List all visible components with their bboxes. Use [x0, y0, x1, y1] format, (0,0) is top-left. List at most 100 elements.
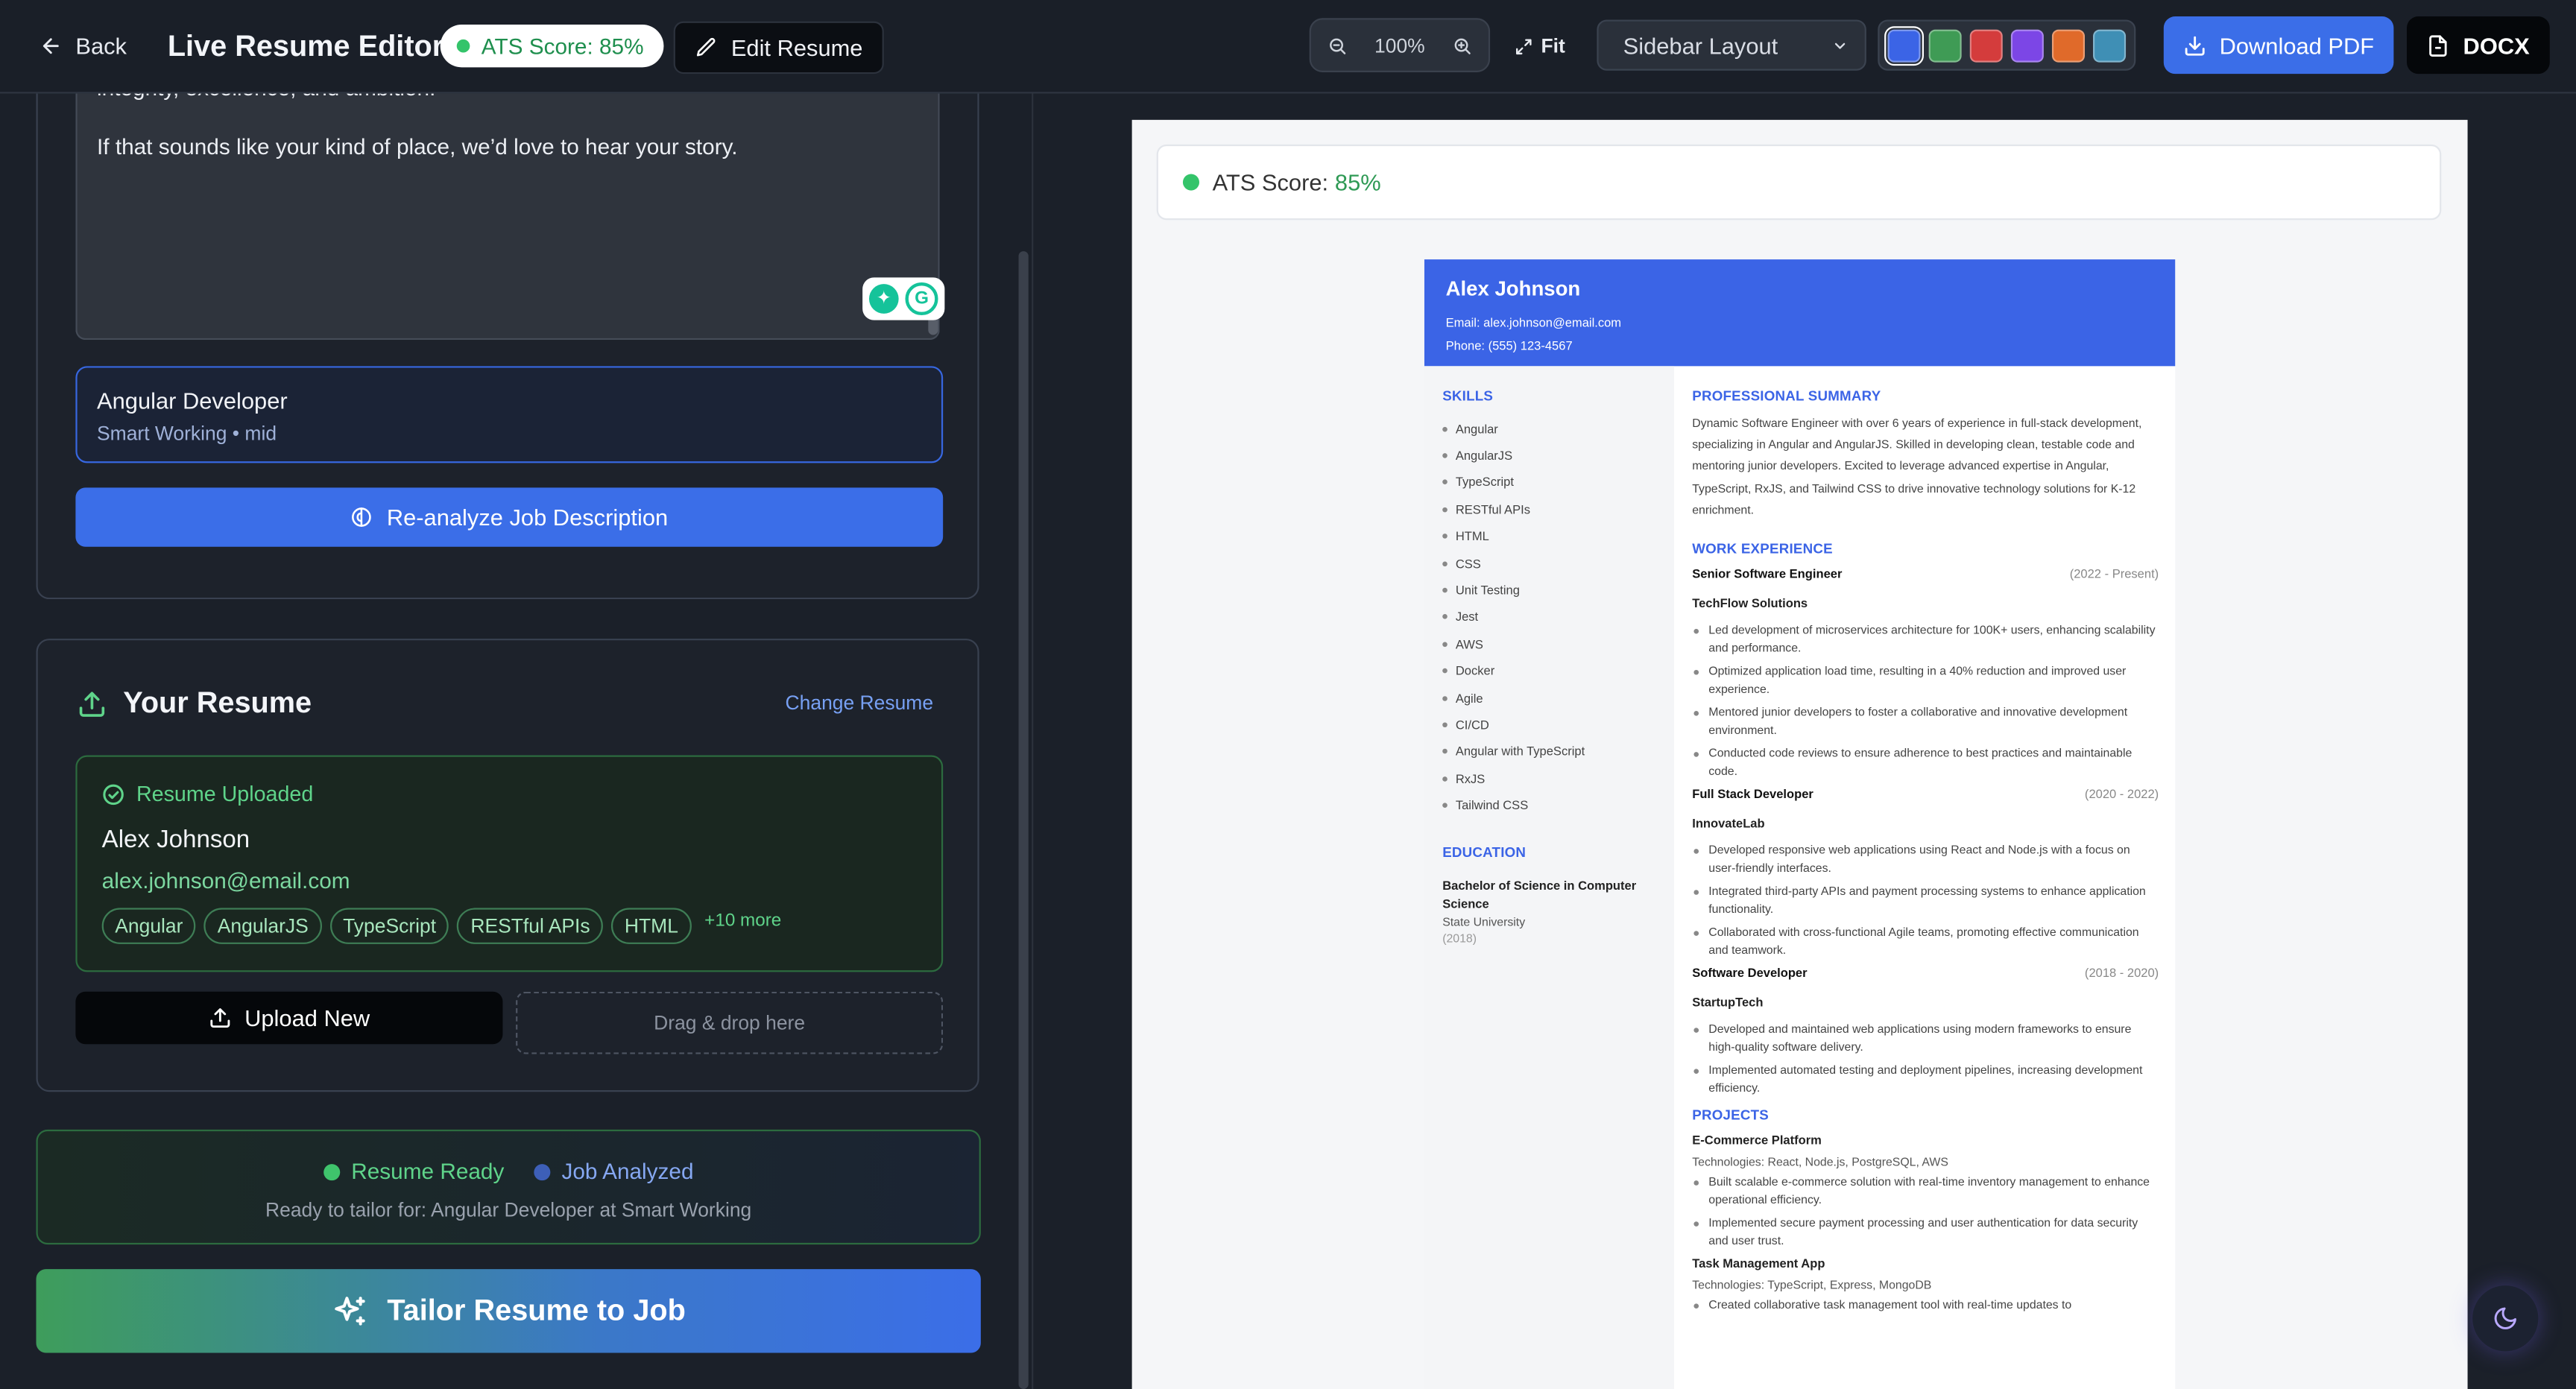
resume-name: Alex Johnson — [1445, 277, 1581, 301]
drag-drop-zone[interactable]: Drag & drop here — [516, 991, 944, 1054]
job-entry: Senior Software Engineer (2022 - Present)… — [1692, 566, 2159, 780]
project-bullets: Created collaborative task management to… — [1692, 1298, 2159, 1316]
page-title: Live Resume Editor — [167, 28, 444, 62]
project-list: E-Commerce Platform Technologies: React, … — [1692, 1133, 2159, 1315]
moon-icon — [2493, 1306, 2519, 1332]
grammarly-icon: G — [905, 282, 938, 316]
resume-document: Alex Johnson Email: alex.johnson@email.c… — [1424, 259, 2176, 1389]
reanalyze-label: Re-analyze Job Description — [386, 504, 669, 531]
experience-heading: WORK EXPERIENCE — [1692, 540, 1833, 557]
project-name: Task Management App — [1692, 1256, 1825, 1272]
tailor-resume-button[interactable]: Tailor Resume to Job — [36, 1269, 981, 1353]
upload-icon — [78, 689, 107, 718]
selected-job[interactable]: Angular Developer Smart Working • mid — [75, 366, 944, 463]
download-pdf-button[interactable]: Download PDF — [2163, 16, 2394, 75]
zoom-level: 100% — [1374, 34, 1425, 57]
color-swatch[interactable] — [2010, 28, 2044, 62]
download-icon — [2183, 34, 2206, 57]
resume-skill: Angular with TypeScript — [1442, 738, 1585, 765]
ready-to-tailor-text: Ready to tailor for: Angular Developer a… — [265, 1198, 752, 1222]
skill-chip: Angular — [101, 908, 197, 944]
reanalyze-button[interactable]: Re-analyze Job Description — [75, 487, 944, 547]
grammarly-widget[interactable]: ✦ G — [862, 277, 945, 320]
project-tech: Technologies: TypeScript, Express, Mongo… — [1692, 1278, 1932, 1293]
projects-heading: PROJECTS — [1692, 1107, 1769, 1124]
job-title: Full Stack Developer — [1692, 786, 1813, 802]
color-swatch[interactable] — [1969, 28, 2003, 62]
job-analyzed-status: Job Analyzed — [534, 1159, 694, 1184]
resume-sidebar: SKILLS Angular AngularJS TypeScript RESTful… — [1424, 366, 1674, 1389]
candidate-email: alex.johnson@email.com — [101, 868, 350, 893]
color-swatches — [1878, 19, 2136, 71]
skill-chip: AngularJS — [204, 908, 322, 944]
resume-skill: TypeScript — [1442, 469, 1585, 496]
back-button[interactable]: Back — [40, 26, 127, 66]
resume-skill: HTML — [1442, 523, 1585, 550]
resume-main: PROFESSIONAL SUMMARY Dynamic Software En… — [1692, 366, 2159, 1321]
job-dates: (2018 - 2020) — [2084, 965, 2159, 981]
job-title-row: Senior Software Engineer (2022 - Present) — [1692, 566, 2159, 581]
resume-skill: AngularJS — [1442, 443, 1585, 469]
expand-icon — [1515, 37, 1532, 55]
preview-page: ATS Score: 85% Alex Johnson Email: alex.… — [1131, 119, 2468, 1389]
project-bullets: Built scalable e-commerce solution with … — [1692, 1174, 2159, 1250]
skills-heading: SKILLS — [1442, 387, 1494, 405]
upload-new-label: Upload New — [244, 1004, 370, 1031]
job-bullets: Developed and maintained web application… — [1692, 1021, 2159, 1097]
candidate-name: Alex Johnson — [101, 826, 250, 854]
school: State University — [1442, 914, 1526, 930]
ats-score-text: ATS Score: 85% — [481, 34, 644, 59]
analyze-icon — [350, 506, 373, 529]
edit-resume-label: Edit Resume — [730, 34, 863, 61]
job-title: Software Developer — [1692, 965, 1808, 981]
color-swatch[interactable] — [2051, 28, 2086, 62]
project-bullet: Created collaborative task management to… — [1692, 1298, 2159, 1316]
color-swatch[interactable] — [2093, 28, 2127, 62]
docx-label: DOCX — [2463, 31, 2530, 59]
fit-button[interactable]: Fit — [1515, 26, 1565, 66]
job-bullets: Developed responsive web applications us… — [1692, 842, 2159, 959]
color-swatch[interactable] — [1928, 28, 1962, 62]
resume-skill: RESTful APIs — [1442, 496, 1585, 523]
layout-select[interactable]: Sidebar Layout — [1597, 19, 1866, 71]
preview-ats-value: 85% — [1334, 168, 1381, 196]
jd-line: If that sounds like your kind of place, … — [97, 134, 738, 159]
job-bullet: Developed responsive web applications us… — [1692, 842, 2159, 877]
resume-skill: Angular — [1442, 415, 1585, 442]
your-resume-title: Your Resume — [123, 686, 312, 720]
job-description-textarea[interactable]: integrity, excellence, and ambition. If … — [75, 93, 945, 341]
upload-icon — [209, 1007, 232, 1030]
theme-toggle-button[interactable] — [2472, 1285, 2539, 1352]
experience-list: Senior Software Engineer (2022 - Present)… — [1692, 566, 2159, 1098]
fit-label: Fit — [1541, 34, 1565, 58]
edit-resume-button[interactable]: Edit Resume — [673, 21, 885, 75]
zoom-in-icon[interactable] — [1452, 35, 1471, 54]
your-resume-heading: Your Resume — [78, 686, 312, 721]
job-description-card: integrity, excellence, and ambition. If … — [36, 93, 979, 600]
resume-skill: Unit Testing — [1442, 577, 1585, 604]
preview-ats-bar: ATS Score: 85% — [1156, 144, 2442, 221]
job-entry: Software Developer (2018 - 2020) StartupTe… — [1692, 966, 2159, 1098]
zoom-out-icon[interactable] — [1328, 35, 1347, 54]
change-resume-link[interactable]: Change Resume — [786, 692, 934, 715]
top-bar: Back Live Resume Editor ATS Score: 85% E… — [0, 0, 2576, 94]
job-bullet: Developed and maintained web application… — [1692, 1021, 2159, 1056]
file-icon — [2427, 34, 2450, 57]
upload-new-button[interactable]: Upload New — [75, 991, 503, 1045]
pencil-icon — [695, 36, 718, 59]
resume-phone: Phone: (555) 123-4567 — [1445, 337, 1573, 352]
resume-skill: Docker — [1442, 657, 1585, 684]
download-docx-button[interactable]: DOCX — [2407, 16, 2550, 75]
job-title-row: Software Developer (2018 - 2020) — [1692, 966, 2159, 981]
status-dot-icon — [456, 39, 470, 53]
resume-skill: Agile — [1442, 685, 1585, 712]
job-bullet: Conducted code reviews to ensure adheren… — [1692, 745, 2159, 780]
color-swatch[interactable] — [1884, 25, 1925, 66]
skill-chip: TypeScript — [329, 908, 449, 944]
status-card: Resume Ready Job Analyzed Ready to tailo… — [36, 1129, 981, 1245]
left-scrollbar-thumb[interactable] — [1018, 251, 1029, 1389]
job-title-row: Full Stack Developer (2020 - 2022) — [1692, 786, 2159, 801]
job-bullet: Implemented automated testing and deploy… — [1692, 1063, 2159, 1098]
project-bullet: Implemented secure payment processing an… — [1692, 1215, 2159, 1250]
grad-year: (2018) — [1442, 931, 1477, 946]
